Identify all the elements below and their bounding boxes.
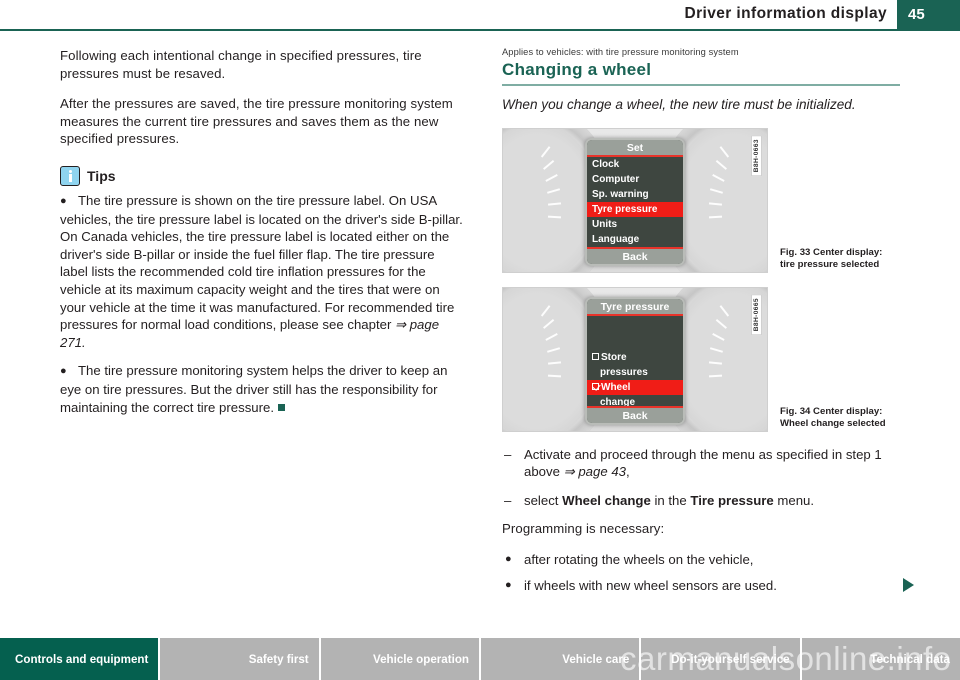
- figure-34-caption-line2: Wheel change selected: [780, 417, 886, 429]
- footer-tab-vehicle-care[interactable]: Vehicle care: [480, 638, 640, 680]
- figure-34-caption: Fig. 34 Center display: Wheel change sel…: [780, 406, 930, 430]
- step-1-reference[interactable]: ⇒ page 43: [564, 464, 626, 479]
- footer-tab-vehicle-operation[interactable]: Vehicle operation: [320, 638, 479, 680]
- dis-menu-item-language[interactable]: Language: [587, 232, 683, 247]
- dis-menu-item-wheel[interactable]: Wheel: [587, 379, 683, 395]
- dis-menu-34: Store pressures Wheel change: [587, 350, 683, 410]
- tips-bullet-2: ● The tire pressure monitoring system hel…: [60, 362, 464, 416]
- figure-34-caption-line1: Fig. 34 Center display:: [780, 405, 883, 417]
- tips-bullet-1-text: The tire pressure is shown on the tire p…: [60, 192, 463, 333]
- left-column: Following each intentional change in spe…: [60, 47, 464, 427]
- programming-bullet-list: ● after rotating the wheels on the vehicl…: [502, 551, 914, 595]
- continue-arrow-icon: [903, 578, 914, 593]
- dis-menu-33: Clock Computer Sp. warning Tyre pressure…: [587, 157, 683, 247]
- section-intro: When you change a wheel, the new tire mu…: [502, 96, 856, 112]
- dis-menu-item-tyre-pressure[interactable]: Tyre pressure: [587, 201, 683, 217]
- bullet-dot-icon: ●: [505, 552, 512, 565]
- step-item-1: – Activate and proceed through the menu a…: [502, 446, 900, 481]
- bullet-dot-icon: ●: [505, 578, 512, 591]
- dis-back-button-33[interactable]: Back: [587, 246, 683, 264]
- step-list: – Activate and proceed through the menu a…: [502, 446, 900, 510]
- figure-33-caption: Fig. 33 Center display: tire pressure se…: [780, 247, 930, 271]
- dis-menu-item-units[interactable]: Units: [587, 217, 683, 232]
- bullet-dot-icon: ●: [60, 194, 67, 207]
- figure-33-caption-line2: tire pressure selected: [780, 258, 880, 270]
- left-gauge-ticks: [537, 304, 563, 384]
- step-2-bold-tire-pressure: Tire pressure: [690, 492, 774, 508]
- bullet-dot-icon: ●: [60, 365, 67, 378]
- tips-label: Tips: [87, 167, 116, 184]
- step-item-2: – select Wheel change in the Tire pressur…: [502, 492, 900, 510]
- programming-bullet-1-text: after rotating the wheels on the vehicle…: [524, 551, 754, 567]
- manual-page: Driver information display 45 Following …: [0, 0, 960, 680]
- step-1-text-end: ,: [626, 464, 630, 480]
- programming-bullet-2-text: if wheels with new wheel sensors are use…: [524, 577, 777, 593]
- dis-title-33: Set: [587, 139, 683, 157]
- dis-menu-item-pressures[interactable]: pressures: [587, 365, 683, 380]
- figure-33-image: Set Clock Computer Sp. warning Tyre pres…: [502, 127, 768, 273]
- dash-icon: –: [504, 446, 512, 462]
- applies-to-note: Applies to vehicles: with tire pressure …: [502, 47, 739, 57]
- figure-33-row: Set Clock Computer Sp. warning Tyre pres…: [502, 127, 900, 273]
- page-number: 45: [908, 6, 925, 23]
- header-divider: [0, 29, 897, 31]
- dis-menu-item-store[interactable]: Store: [587, 350, 683, 365]
- tips-list: ● The tire pressure is shown on the tire …: [60, 192, 464, 416]
- footer-tab-safety-first[interactable]: Safety first: [160, 638, 319, 680]
- dis-menu-item-wheel-label: Wheel: [601, 381, 631, 393]
- left-gauge-ticks: [537, 145, 563, 225]
- figure-33-caption-line1: Fig. 33 Center display:: [780, 246, 883, 258]
- page-header: Driver information display 45: [0, 0, 960, 31]
- dis-menu-item-computer[interactable]: Computer: [587, 172, 683, 187]
- dis-menu-item-clock[interactable]: Clock: [587, 157, 683, 172]
- dis-menu-item-sp-warning[interactable]: Sp. warning: [587, 187, 683, 202]
- dash-icon: –: [504, 492, 512, 508]
- dis-title-34: Tyre pressure: [587, 298, 683, 316]
- checkbox-unchecked-icon[interactable]: [592, 352, 599, 360]
- figure-34-image: Tyre pressure Store pressures Wheel chan…: [502, 286, 768, 432]
- paragraph-2: After the pressures are saved, the tire …: [60, 96, 453, 147]
- end-of-section-marker: [278, 403, 286, 411]
- tips-bullet-1: ● The tire pressure is shown on the tire …: [60, 192, 464, 351]
- step-2-text-a: select: [524, 492, 563, 508]
- footer-tab-technical-data[interactable]: Technical data: [801, 638, 960, 680]
- page-number-badge: 45: [897, 0, 960, 31]
- paragraph-1: Following each intentional change in spe…: [60, 48, 422, 81]
- checkbox-checked-icon[interactable]: [592, 382, 599, 390]
- programming-bullet-1: ● after rotating the wheels on the vehicl…: [502, 551, 900, 569]
- footer-tab-bar: Controls and equipment Safety first Vehi…: [0, 638, 960, 680]
- figure-34-row: Tyre pressure Store pressures Wheel chan…: [502, 286, 900, 432]
- programming-intro: Programming is necessary:: [502, 521, 665, 537]
- dis-back-button-34[interactable]: Back: [587, 405, 683, 423]
- step-2-text-b: in the: [650, 492, 691, 508]
- page-title: Driver information display: [684, 5, 887, 22]
- step-2-bold-wheel-change: Wheel change: [562, 492, 651, 508]
- programming-bullet-2: ● if wheels with new wheel sensors are us…: [502, 577, 914, 595]
- center-display-screen-34: Tyre pressure Store pressures Wheel chan…: [585, 296, 685, 425]
- figure-34-code: B8H-0665: [751, 293, 762, 335]
- tips-header: Tips: [60, 165, 464, 186]
- center-display-screen-33: Set Clock Computer Sp. warning Tyre pres…: [585, 137, 685, 266]
- section-heading-divider: [502, 84, 900, 86]
- right-column: Applies to vehicles: with tire pressure …: [502, 47, 914, 602]
- tips-bullet-2-text: The tire pressure monitoring system help…: [60, 363, 448, 415]
- step-2-text-c: menu.: [773, 492, 815, 508]
- section-heading: Changing a wheel: [502, 60, 652, 79]
- right-gauge-ticks: [707, 304, 733, 384]
- right-gauge-ticks: [707, 145, 733, 225]
- footer-tab-controls-and-equipment[interactable]: Controls and equipment: [0, 638, 159, 680]
- figure-33-code: B8H-0663: [751, 134, 762, 176]
- dis-spacer: [587, 316, 683, 350]
- footer-tab-do-it-yourself-service[interactable]: Do-it-yourself service: [641, 638, 800, 680]
- info-icon: [60, 165, 80, 186]
- dis-menu-item-store-label: Store: [601, 351, 627, 363]
